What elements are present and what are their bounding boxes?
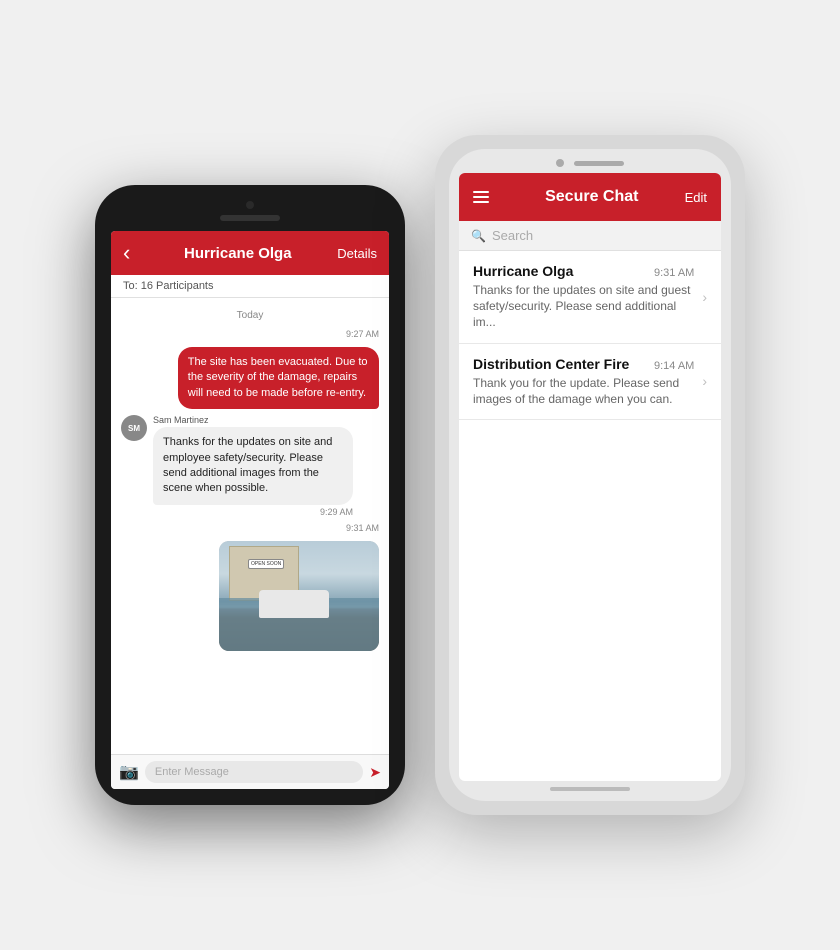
white-phone: Secure Chat Edit 🔍 Search Hurricane Olga [435,135,745,815]
date-label: Today [121,302,379,323]
msg3-time: 9:31 AM [121,523,379,533]
conv1-preview: Thanks for the updates on site and guest… [473,282,694,331]
white-phone-screen: Secure Chat Edit 🔍 Search Hurricane Olga [459,173,721,781]
conv2-preview: Thank you for the update. Please send im… [473,375,694,407]
msg2-wrap: Sam Martinez Thanks for the updates on s… [153,415,353,517]
chat-to-line: To: 16 Participants [111,275,389,298]
edit-button[interactable]: Edit [685,190,707,205]
conv1-chevron-icon: › [702,289,707,305]
search-bar[interactable]: 🔍 Search [459,221,721,251]
back-button[interactable]: ‹ [123,242,130,264]
msg1-time: 9:27 AM [121,329,379,339]
msg3-image: OPEN SOON [219,541,379,651]
chat-input-bar: 📷 Enter Message ➤ [111,754,389,789]
msg1-bubble: The site has been evacuated. Due to the … [178,347,379,409]
msg2-bubble: Thanks for the updates on site and emplo… [153,427,353,505]
black-phone: ‹ Hurricane Olga Details To: 16 Particip… [95,185,405,805]
conv2-content: Distribution Center Fire 9:14 AM Thank y… [473,356,694,407]
send-button[interactable]: ➤ [369,764,381,781]
speaker [220,215,280,221]
flood-image-scene: OPEN SOON [219,541,379,651]
white-phone-inner: Secure Chat Edit 🔍 Search Hurricane Olga [449,149,731,801]
msg2-avatar: SM [121,415,147,441]
open-soon-sign: OPEN SOON [248,559,284,569]
camera-front [556,159,564,167]
conv1-header: Hurricane Olga 9:31 AM [473,263,694,279]
search-icon: 🔍 [471,229,486,243]
home-indicator [550,787,630,791]
conv2-time: 9:14 AM [654,360,694,372]
black-phone-nav-title: Hurricane Olga [138,245,337,262]
phone-top-bar [459,159,721,167]
conversation-list: Hurricane Olga 9:31 AM Thanks for the up… [459,251,721,781]
conv2-chevron-icon: › [702,373,707,389]
white-phone-nav-title: Secure Chat [499,188,685,206]
msg2-row: SM Sam Martinez Thanks for the updates o… [121,415,379,517]
hamburger-menu-button[interactable] [473,191,489,203]
details-button[interactable]: Details [337,246,377,261]
camera-button[interactable]: 📷 [119,762,139,782]
conv1-content: Hurricane Olga 9:31 AM Thanks for the up… [473,263,694,331]
msg2-time: 9:29 AM [153,507,353,517]
conv1-time: 9:31 AM [654,267,694,279]
conv2-header: Distribution Center Fire 9:14 AM [473,356,694,372]
black-phone-navbar: ‹ Hurricane Olga Details [111,231,389,275]
conv1-title: Hurricane Olga [473,263,573,279]
conv2-title: Distribution Center Fire [473,356,629,372]
search-input[interactable]: Search [492,228,533,243]
front-speaker [574,161,624,166]
conversation-item-fire[interactable]: Distribution Center Fire 9:14 AM Thank y… [459,344,721,420]
scene: ‹ Hurricane Olga Details To: 16 Particip… [0,0,840,950]
conversation-item-hurricane[interactable]: Hurricane Olga 9:31 AM Thanks for the up… [459,251,721,344]
black-phone-screen: ‹ Hurricane Olga Details To: 16 Particip… [111,231,389,789]
camera-dot [246,201,254,209]
white-phone-navbar: Secure Chat Edit [459,173,721,221]
message-input[interactable]: Enter Message [145,761,363,783]
chat-messages: Today 9:27 AM The site has been evacuate… [111,298,389,754]
flood-truck [259,590,329,618]
msg2-sender: Sam Martinez [153,415,353,425]
